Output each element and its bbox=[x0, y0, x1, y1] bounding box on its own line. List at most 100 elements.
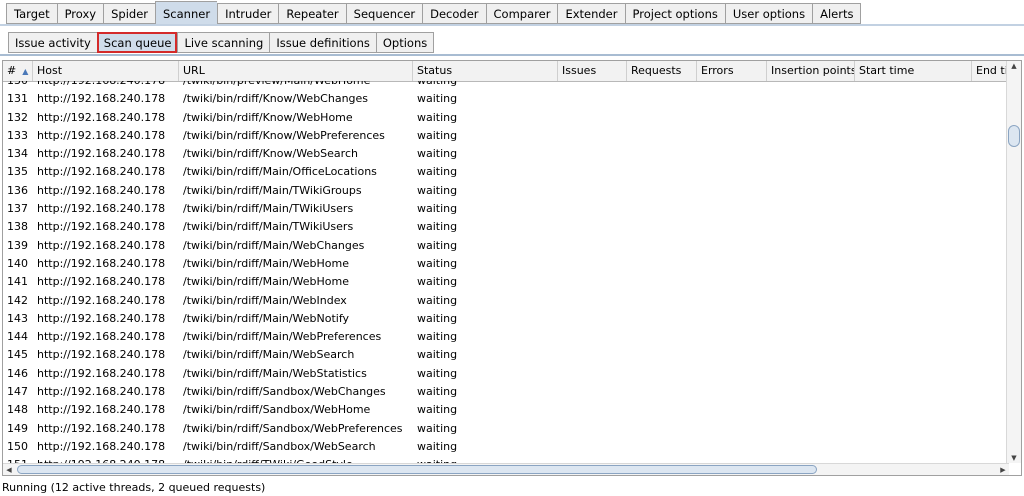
vertical-scroll-thumb[interactable] bbox=[1008, 125, 1020, 147]
cell-requests bbox=[627, 438, 697, 456]
cell-number: 150 bbox=[7, 439, 28, 453]
tab-extender[interactable]: Extender bbox=[557, 3, 625, 24]
table-row[interactable]: 134 http://192.168.240.178/twiki/bin/rdif… bbox=[3, 145, 1009, 163]
tab-spider[interactable]: Spider bbox=[103, 3, 155, 24]
subtab-issue-activity[interactable]: Issue activity bbox=[8, 32, 97, 53]
cell-start-time bbox=[855, 438, 972, 456]
cell-host: http://192.168.240.178 bbox=[37, 439, 166, 453]
cell-insertion-points bbox=[767, 310, 855, 328]
column-header-number[interactable]: # ▲ bbox=[3, 61, 33, 81]
table-row[interactable]: 133 http://192.168.240.178/twiki/bin/rdif… bbox=[3, 127, 1009, 145]
tab-user-options[interactable]: User options bbox=[724, 3, 813, 24]
cell-insertion-points bbox=[767, 200, 855, 218]
cell-issues bbox=[558, 438, 627, 456]
table-row[interactable]: 146 http://192.168.240.178/twiki/bin/rdif… bbox=[3, 365, 1009, 383]
cell-number: 134 bbox=[7, 147, 28, 161]
column-header-requests[interactable]: Requests bbox=[627, 61, 697, 81]
scanner-sub-tab-bar: Issue activity Scan queue Live scanning Iss… bbox=[0, 29, 1024, 56]
cell-issues bbox=[558, 346, 627, 364]
tab-scanner[interactable]: Scanner bbox=[155, 1, 218, 25]
table-row[interactable]: 132 http://192.168.240.178/twiki/bin/rdif… bbox=[3, 109, 1009, 127]
cell-status: waiting bbox=[417, 238, 458, 252]
column-header-end-tim[interactable]: End tim bbox=[972, 61, 1009, 81]
cell-errors bbox=[697, 438, 767, 456]
column-header-insertion-points[interactable]: Insertion points bbox=[767, 61, 855, 81]
tab-alerts[interactable]: Alerts bbox=[812, 3, 862, 24]
table-row[interactable]: 131 http://192.168.240.178/twiki/bin/rdif… bbox=[3, 90, 1009, 108]
column-header-errors[interactable]: Errors bbox=[697, 61, 767, 81]
horizontal-scrollbar[interactable]: ◀ ▶ bbox=[3, 463, 1009, 475]
subtab-options[interactable]: Options bbox=[375, 32, 435, 53]
cell-insertion-points bbox=[767, 401, 855, 419]
cell-requests bbox=[627, 237, 697, 255]
cell-insertion-points bbox=[767, 182, 855, 200]
table-row[interactable]: 148 http://192.168.240.178/twiki/bin/rdif… bbox=[3, 401, 1009, 419]
tab-proxy[interactable]: Proxy bbox=[56, 3, 104, 24]
table-row[interactable]: 139 http://192.168.240.178/twiki/bin/rdif… bbox=[3, 237, 1009, 255]
tab-target[interactable]: Target bbox=[6, 3, 57, 24]
column-header-issues[interactable]: Issues bbox=[558, 61, 627, 81]
cell-issues bbox=[558, 310, 627, 328]
cell-number: 147 bbox=[7, 385, 28, 399]
subtab-issue-definitions[interactable]: Issue definitions bbox=[269, 32, 376, 53]
cell-end-tim bbox=[972, 346, 1009, 364]
cell-start-time bbox=[855, 182, 972, 200]
cell-issues bbox=[558, 127, 627, 145]
cell-insertion-points bbox=[767, 273, 855, 291]
arrow-down-icon[interactable]: ▼ bbox=[1007, 453, 1021, 463]
tab-project-options[interactable]: Project options bbox=[624, 3, 725, 24]
column-header-label: URL bbox=[183, 64, 205, 77]
cell-issues bbox=[558, 218, 627, 236]
cell-errors bbox=[697, 383, 767, 401]
table-row[interactable]: 143 http://192.168.240.178/twiki/bin/rdif… bbox=[3, 310, 1009, 328]
cell-requests bbox=[627, 346, 697, 364]
cell-number: 131 bbox=[7, 92, 28, 106]
table-row[interactable]: 144 http://192.168.240.178/twiki/bin/rdif… bbox=[3, 328, 1009, 346]
table-row[interactable]: 149 http://192.168.240.178/twiki/bin/rdif… bbox=[3, 420, 1009, 438]
table-row[interactable]: 150 http://192.168.240.178/twiki/bin/rdif… bbox=[3, 438, 1009, 456]
arrow-up-icon[interactable]: ▲ bbox=[1007, 61, 1021, 71]
table-row[interactable]: 147 http://192.168.240.178/twiki/bin/rdif… bbox=[3, 383, 1009, 401]
cell-start-time bbox=[855, 90, 972, 108]
cell-end-tim bbox=[972, 328, 1009, 346]
column-header-label: Host bbox=[37, 64, 63, 77]
table-row[interactable]: 142 http://192.168.240.178/twiki/bin/rdif… bbox=[3, 292, 1009, 310]
table-row[interactable]: 151http://192.168.240.178/twiki/bin/rdif… bbox=[3, 456, 1009, 463]
cell-url: /twiki/bin/rdiff/Main/WebStatistics bbox=[183, 366, 367, 380]
table-row[interactable]: 140 http://192.168.240.178/twiki/bin/rdif… bbox=[3, 255, 1009, 273]
column-header-start-time[interactable]: Start time bbox=[855, 61, 972, 81]
column-header-url[interactable]: URL bbox=[179, 61, 413, 81]
cell-errors bbox=[697, 346, 767, 364]
cell-status: waiting bbox=[417, 256, 458, 270]
cell-errors bbox=[697, 90, 767, 108]
table-row[interactable]: 136 http://192.168.240.178/twiki/bin/rdif… bbox=[3, 182, 1009, 200]
subtab-scan-queue[interactable]: Scan queue bbox=[96, 32, 178, 53]
cell-host: http://192.168.240.178 bbox=[37, 165, 166, 179]
tab-sequencer[interactable]: Sequencer bbox=[345, 3, 423, 24]
column-header-host[interactable]: Host bbox=[33, 61, 179, 81]
vertical-scrollbar[interactable]: ▲ ▼ bbox=[1006, 61, 1021, 463]
tab-decoder[interactable]: Decoder bbox=[422, 3, 486, 24]
tab-intruder[interactable]: Intruder bbox=[217, 3, 279, 24]
cell-number: 143 bbox=[7, 311, 28, 325]
table-row[interactable]: 137 http://192.168.240.178/twiki/bin/rdif… bbox=[3, 200, 1009, 218]
cell-start-time bbox=[855, 383, 972, 401]
arrow-right-icon[interactable]: ▶ bbox=[997, 464, 1009, 475]
table-row[interactable]: 138 http://192.168.240.178/twiki/bin/rdif… bbox=[3, 218, 1009, 236]
subtab-live-scanning[interactable]: Live scanning bbox=[177, 32, 270, 53]
table-row[interactable]: 141 http://192.168.240.178/twiki/bin/rdif… bbox=[3, 273, 1009, 291]
tab-comparer[interactable]: Comparer bbox=[485, 3, 558, 24]
arrow-left-icon[interactable]: ◀ bbox=[3, 464, 15, 475]
cell-start-time bbox=[855, 218, 972, 236]
cell-end-tim bbox=[972, 401, 1009, 419]
cell-issues bbox=[558, 145, 627, 163]
table-row[interactable]: 145 http://192.168.240.178/twiki/bin/rdif… bbox=[3, 346, 1009, 364]
cell-url: /twiki/bin/rdiff/Sandbox/WebChanges bbox=[183, 385, 386, 399]
table-row[interactable]: 135 http://192.168.240.178/twiki/bin/rdif… bbox=[3, 163, 1009, 181]
table-row[interactable]: 130http://192.168.240.178/twiki/bin/prev… bbox=[3, 81, 1009, 90]
horizontal-scroll-thumb[interactable] bbox=[17, 465, 817, 474]
cell-issues bbox=[558, 383, 627, 401]
tab-repeater[interactable]: Repeater bbox=[278, 3, 346, 24]
cell-start-time bbox=[855, 109, 972, 127]
column-header-status[interactable]: Status bbox=[413, 61, 558, 81]
